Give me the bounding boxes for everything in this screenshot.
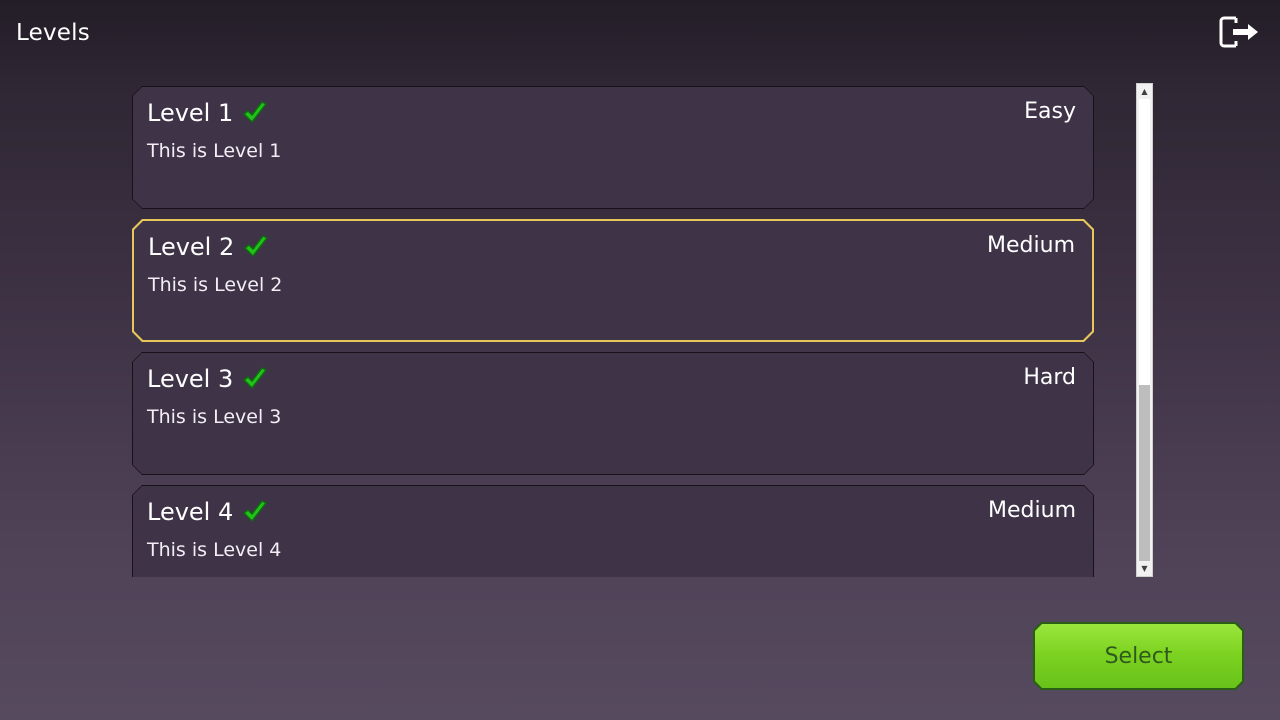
select-button-label: Select	[1104, 643, 1173, 669]
level-card-4[interactable]: Level 4 This is Level 4 Medium	[132, 485, 1094, 577]
level-list[interactable]: Level 1 This is Level 1 Easy Level 2 Thi…	[126, 84, 1106, 577]
level-description: This is Level 1	[147, 140, 282, 162]
level-difficulty: Medium	[988, 498, 1076, 523]
level-card-2[interactable]: Level 2 This is Level 2 Medium	[132, 219, 1094, 342]
checkmark-icon	[241, 365, 269, 393]
level-difficulty: Hard	[1023, 365, 1076, 390]
level-description: This is Level 3	[147, 406, 282, 428]
level-card-3[interactable]: Level 3 This is Level 3 Hard	[132, 352, 1094, 475]
scrollbar-thumb[interactable]	[1139, 99, 1150, 385]
level-description: This is Level 2	[148, 274, 283, 296]
checkmark-icon	[241, 99, 269, 127]
level-difficulty: Easy	[1024, 99, 1076, 124]
level-name: Level 1	[147, 99, 234, 127]
select-button[interactable]: Select	[1033, 622, 1244, 690]
level-difficulty: Medium	[987, 233, 1075, 258]
page-title: Levels	[16, 20, 90, 46]
exit-button[interactable]	[1216, 12, 1264, 52]
checkmark-icon	[241, 498, 269, 526]
scroll-down-arrow-icon[interactable]: ▼	[1137, 561, 1152, 576]
level-name: Level 3	[147, 365, 234, 393]
scrollbar-track[interactable]	[1139, 385, 1150, 561]
level-card-1[interactable]: Level 1 This is Level 1 Easy	[132, 86, 1094, 209]
level-description: This is Level 4	[147, 539, 282, 561]
level-name: Level 4	[147, 498, 234, 526]
scroll-up-arrow-icon[interactable]: ▲	[1137, 84, 1152, 99]
checkmark-icon	[242, 233, 270, 261]
exit-icon	[1219, 16, 1258, 48]
scrollbar[interactable]: ▲ ▼	[1136, 83, 1153, 577]
level-name: Level 2	[148, 233, 235, 261]
